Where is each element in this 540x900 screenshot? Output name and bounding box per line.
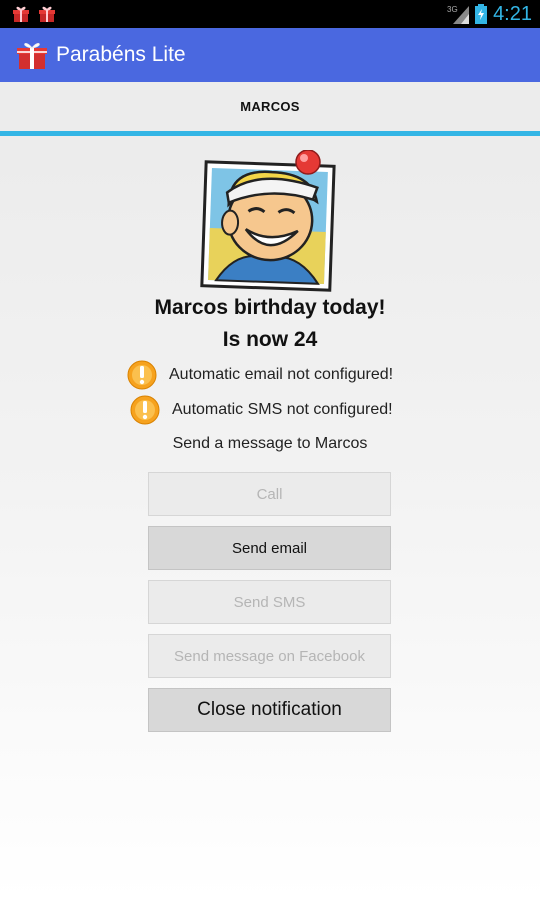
avatar <box>198 149 338 292</box>
call-button[interactable]: Call <box>148 472 391 516</box>
warning-icon <box>127 360 157 390</box>
svg-text:3G: 3G <box>447 5 458 14</box>
gift-icon[interactable] <box>16 39 48 71</box>
action-bar: Parabéns Lite <box>0 28 540 82</box>
send-message-prompt: Send a message to Marcos <box>172 435 368 452</box>
cartoon-avatar-image <box>200 149 336 292</box>
birthday-headline: Marcos birthday today! <box>154 296 386 319</box>
send-sms-button[interactable]: Send SMS <box>148 580 391 624</box>
app-title: Parabéns Lite <box>56 43 186 66</box>
age-line: Is now 24 <box>222 328 318 351</box>
sms-warning: Automatic SMS not configured! <box>130 395 393 425</box>
status-bar: 3G 4:21 <box>0 0 540 28</box>
send-email-button[interactable]: Send email <box>148 526 391 570</box>
email-warning: Automatic email not configured! <box>127 360 393 390</box>
close-notification-button[interactable]: Close notification <box>148 688 391 732</box>
battery-icon <box>475 4 488 24</box>
signal-icon: 3G <box>447 5 470 24</box>
warning-text: Automatic SMS not configured! <box>172 401 393 418</box>
warning-icon <box>130 395 160 425</box>
gift-icon <box>13 6 29 22</box>
tab-marcos[interactable]: MARCOS <box>0 82 540 136</box>
status-time: 4:21 <box>493 2 532 25</box>
gift-icon <box>39 6 55 22</box>
warning-text: Automatic email not configured! <box>169 366 394 383</box>
send-facebook-button[interactable]: Send message on Facebook <box>148 634 391 678</box>
tab-label: MARCOS <box>240 99 300 114</box>
